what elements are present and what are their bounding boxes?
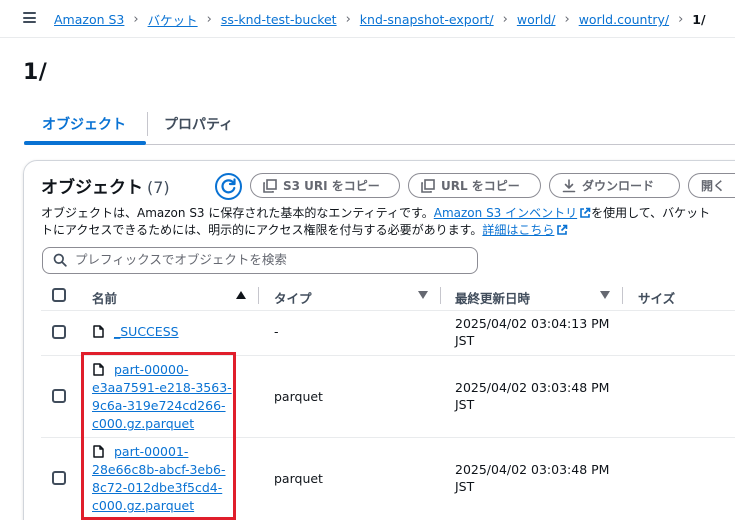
search-icon (53, 253, 67, 267)
open-button[interactable]: 開く (688, 173, 735, 198)
object-type: parquet (274, 471, 323, 486)
external-link-icon (557, 224, 568, 235)
breadcrumb: Amazon S3 › バケット › ss-knd-test-bucket › … (54, 10, 706, 29)
column-divider[interactable] (622, 287, 623, 304)
download-label: ダウンロード (582, 179, 655, 193)
search-input[interactable]: プレフィックスでオブジェクトを検索 (42, 247, 478, 274)
row-checkbox[interactable] (52, 471, 66, 485)
download-icon (562, 178, 576, 192)
chevron-right-icon: › (345, 12, 351, 27)
refresh-button[interactable] (215, 173, 242, 200)
open-label: 開く (701, 179, 726, 193)
objects-count: (7) (147, 178, 170, 197)
object-type: - (274, 324, 279, 339)
objects-description: オブジェクトは、Amazon S3 に保存された基本的なエンティティです。Ama… (41, 205, 735, 239)
column-header-size[interactable]: サイズ (638, 288, 675, 307)
chevron-right-icon: › (502, 12, 508, 27)
object-last-modified: 2025/04/02 03:04:13 PM JST (455, 315, 609, 349)
inventory-link[interactable]: Amazon S3 インベントリ (434, 206, 577, 220)
description-text-3: トにアクセスできるためには、明示的にアクセス権限を付与する必要があります。 (41, 223, 483, 237)
objects-heading: オブジェクト (7) (41, 173, 170, 198)
chevron-right-icon: › (678, 12, 684, 27)
chevron-right-icon: › (133, 12, 139, 27)
breadcrumb-country-folder[interactable]: world.country/ (579, 12, 669, 27)
search-placeholder: プレフィックスでオブジェクトを検索 (75, 252, 287, 267)
copy-icon (421, 178, 435, 193)
modified-date: 2025/04/02 03:04:13 PM (455, 316, 610, 331)
description-text-2: を使用して、バケット (591, 206, 711, 220)
description-text-1: オブジェクトは、Amazon S3 に保存された基本的なエンティティです。 (41, 206, 434, 220)
column-header-name[interactable]: 名前 (92, 288, 117, 307)
column-header-last-modified[interactable]: 最終更新日時 (455, 288, 530, 307)
active-tab-indicator (24, 141, 146, 145)
tab-divider (147, 112, 148, 136)
breadcrumb-current: 1/ (692, 12, 706, 27)
object-last-modified: 2025/04/02 03:03:48 PM JST (455, 461, 609, 495)
highlight-annotation-box (81, 352, 236, 520)
column-header-type[interactable]: タイプ (274, 288, 312, 307)
learn-more-link[interactable]: 詳細はこちら (482, 223, 554, 237)
breadcrumb-amazon-s3[interactable]: Amazon S3 (54, 12, 124, 27)
object-last-modified: 2025/04/02 03:03:48 PM JST (455, 379, 609, 413)
object-type: parquet (274, 389, 323, 404)
objects-title: オブジェクト (41, 178, 143, 198)
sort-descending-icon[interactable] (418, 291, 428, 299)
row-checkbox[interactable] (52, 389, 66, 403)
select-all-checkbox[interactable] (52, 288, 66, 302)
copy-url-button[interactable]: URL をコピー (408, 173, 541, 198)
modified-timezone: JST (455, 333, 475, 348)
top-navigation-bar: Amazon S3 › バケット › ss-knd-test-bucket › … (0, 0, 735, 38)
page-title: 1/ (23, 60, 48, 85)
breadcrumb-export-folder[interactable]: knd-snapshot-export/ (360, 12, 494, 27)
tab-objects[interactable]: オブジェクト (42, 114, 126, 134)
chevron-right-icon: › (206, 12, 212, 27)
external-link-icon (580, 207, 591, 218)
modified-timezone: JST (455, 397, 475, 412)
modified-date: 2025/04/02 03:03:48 PM (455, 462, 610, 477)
tab-bar: オブジェクト プロパティ (24, 110, 735, 145)
file-icon (93, 325, 104, 338)
download-button[interactable]: ダウンロード (549, 173, 680, 198)
breadcrumb-buckets[interactable]: バケット (148, 10, 198, 29)
row-checkbox[interactable] (52, 325, 66, 339)
sort-ascending-icon[interactable] (236, 291, 246, 299)
table-header-border (41, 310, 735, 311)
copy-s3-uri-button[interactable]: S3 URI をコピー (250, 173, 400, 198)
column-divider[interactable] (258, 287, 259, 304)
copy-s3-uri-label: S3 URI をコピー (283, 179, 380, 193)
sort-descending-icon[interactable] (600, 291, 610, 299)
hamburger-icon[interactable] (23, 12, 36, 23)
chevron-right-icon: › (564, 12, 570, 27)
breadcrumb-world-folder[interactable]: world/ (517, 12, 556, 27)
refresh-icon (221, 178, 236, 194)
breadcrumb-bucket[interactable]: ss-knd-test-bucket (221, 12, 337, 27)
column-divider[interactable] (440, 287, 441, 304)
object-name-link[interactable]: _SUCCESS (114, 323, 179, 341)
copy-url-label: URL をコピー (441, 179, 520, 193)
copy-icon (263, 178, 277, 193)
modified-timezone: JST (455, 479, 475, 494)
tab-properties[interactable]: プロパティ (164, 114, 233, 134)
modified-date: 2025/04/02 03:03:48 PM (455, 380, 610, 395)
